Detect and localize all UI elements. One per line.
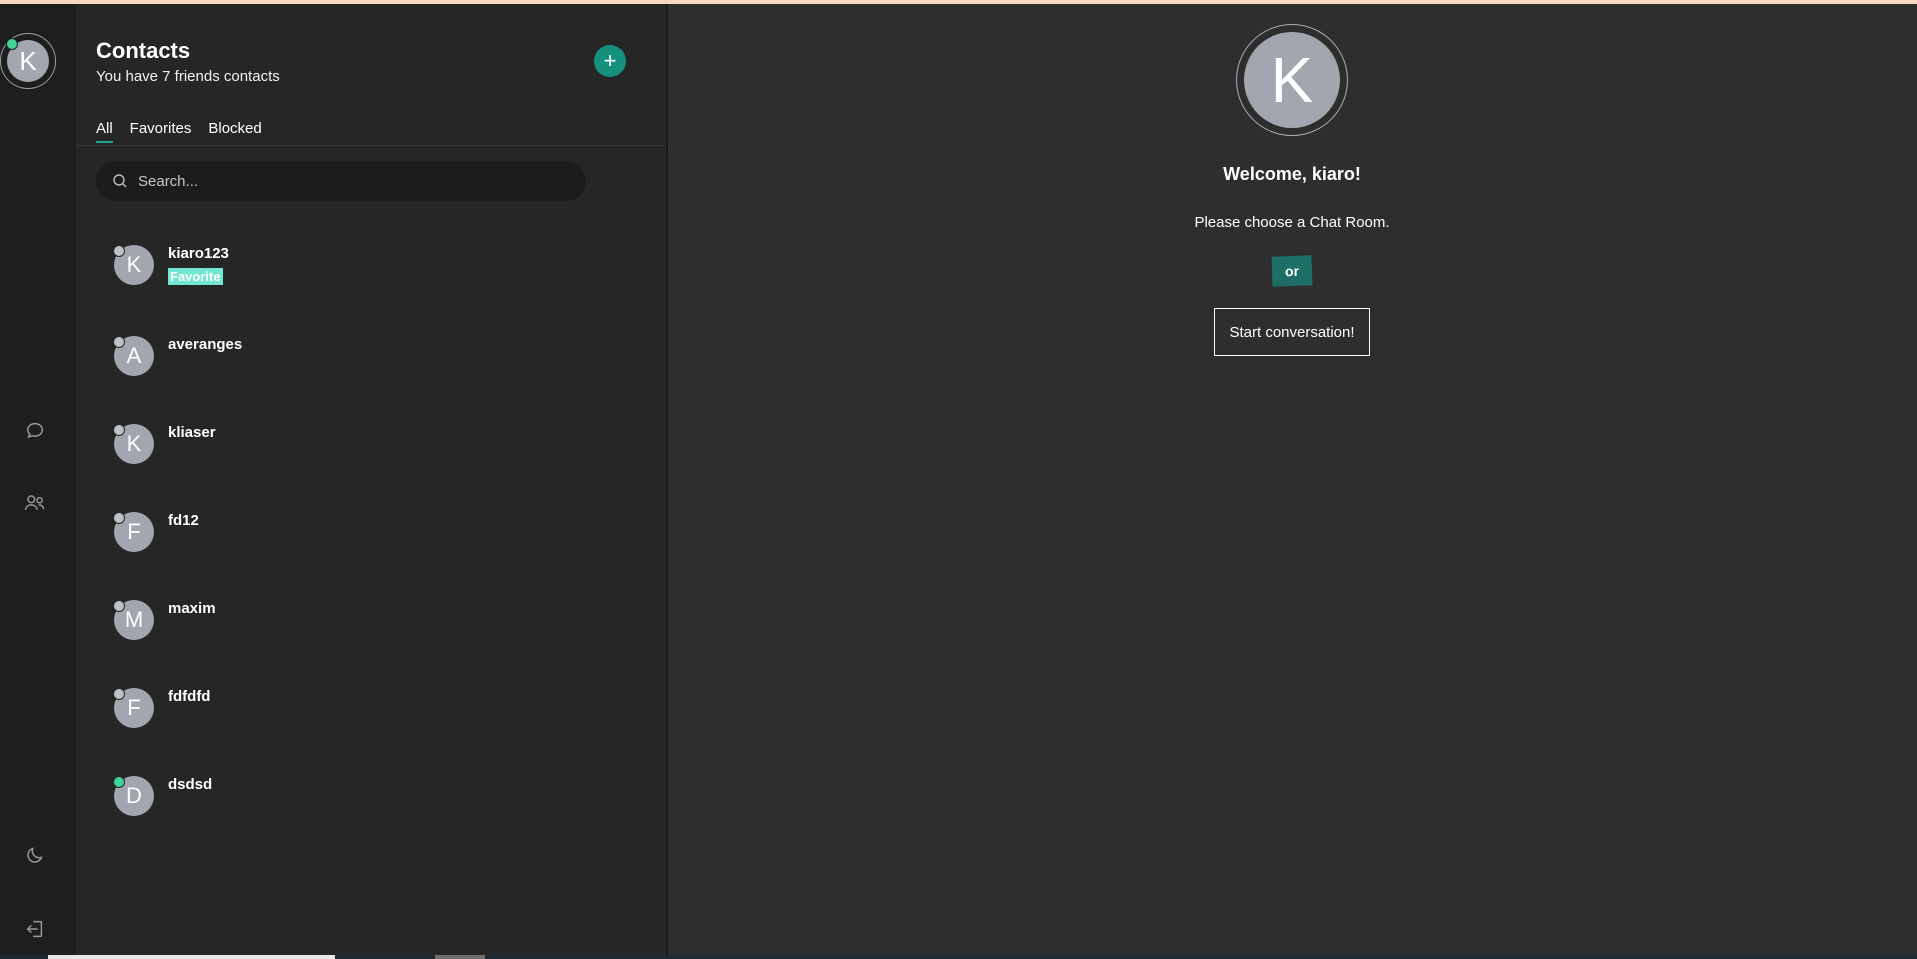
status-indicator xyxy=(113,600,125,612)
add-contact-button[interactable]: + xyxy=(594,45,626,77)
tab-blocked[interactable]: Blocked xyxy=(208,120,261,143)
status-indicator xyxy=(113,424,125,436)
tab-favorites[interactable]: Favorites xyxy=(130,120,192,143)
logout-icon[interactable] xyxy=(22,916,48,942)
welcome-heading: Welcome, kiaro! xyxy=(1223,164,1361,184)
contacts-count: You have 7 friends contacts xyxy=(96,68,280,85)
favorite-badge: Favorite xyxy=(168,268,223,285)
chat-icon[interactable] xyxy=(22,418,48,444)
search-box xyxy=(96,161,586,201)
contact-name: averanges xyxy=(168,336,243,353)
search-input[interactable] xyxy=(136,171,580,191)
status-indicator xyxy=(113,512,125,524)
panel-divider xyxy=(666,4,668,955)
contacts-icon[interactable] xyxy=(22,490,48,516)
user-online-indicator xyxy=(6,38,18,50)
status-indicator xyxy=(113,776,125,788)
contact-name: kliaser xyxy=(168,424,216,441)
tab-all[interactable]: All xyxy=(96,120,113,143)
contact-name: kiaro123 xyxy=(168,245,229,262)
status-indicator xyxy=(113,336,125,348)
contact-item[interactable]: K kiaro123 Favorite xyxy=(113,245,614,305)
contact-item[interactable]: A averanges xyxy=(113,336,614,396)
contact-item[interactable]: F fdfdfd xyxy=(113,688,614,748)
contact-name: fd12 xyxy=(168,512,199,529)
window-bottom-strip xyxy=(0,955,1917,959)
nav-rail: K xyxy=(0,4,76,955)
contact-item[interactable]: M maxim xyxy=(113,600,614,660)
choose-room-text: Please choose a Chat Room. xyxy=(1194,214,1390,231)
search-icon xyxy=(112,173,128,189)
or-separator: or xyxy=(1271,255,1313,287)
tabs-divider xyxy=(76,145,666,146)
contacts-tabs: All Favorites Blocked xyxy=(96,120,262,143)
contact-item[interactable]: F fd12 xyxy=(113,512,614,572)
contact-name: dsdsd xyxy=(168,776,213,793)
welcome-avatar: K xyxy=(1236,24,1348,136)
welcome-avatar-initial: K xyxy=(1244,32,1340,128)
contact-item[interactable]: D dsdsd xyxy=(113,776,614,836)
moon-icon[interactable] xyxy=(22,842,48,868)
contact-item[interactable]: K kliaser xyxy=(113,424,614,484)
status-indicator xyxy=(113,245,125,257)
start-conversation-button[interactable]: Start conversation! xyxy=(1214,308,1370,356)
contact-name: maxim xyxy=(168,600,216,617)
contacts-panel: Contacts You have 7 friends contacts + A… xyxy=(76,4,666,955)
contacts-title: Contacts xyxy=(96,38,191,63)
contact-name: fdfdfd xyxy=(168,688,211,705)
status-indicator xyxy=(113,688,125,700)
